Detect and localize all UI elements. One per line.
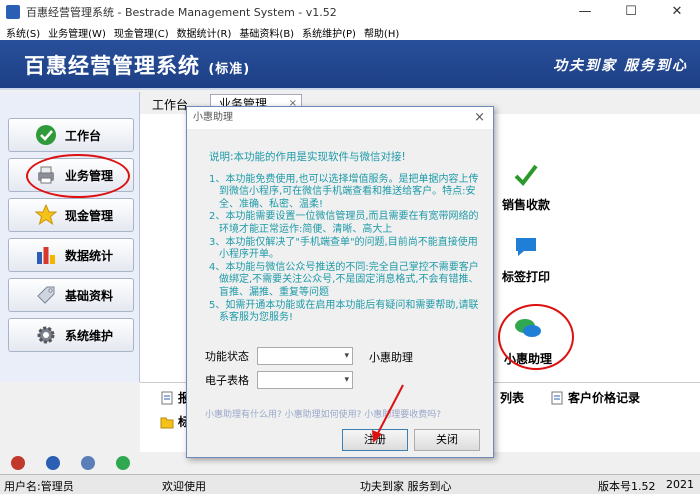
menu-stats[interactable]: 数据统计(R) [177,25,232,40]
status-version: 版本号1.52 [598,480,656,493]
sidebar-item-workbench[interactable]: 工作台 [8,118,134,152]
lower-item-customer-price-label: 客户价格记录 [568,391,641,405]
menu-maintenance[interactable]: 系统维护(P) [302,25,356,40]
banner-edition: (标准) [208,62,251,77]
status-welcome: 欢迎使用 [162,480,206,493]
minimize-button[interactable]: — [562,0,608,24]
exit-icon[interactable] [10,456,25,470]
clock-icon[interactable] [45,456,60,470]
app-icon [6,5,20,19]
document-icon [160,391,174,405]
sidebar-item-label: 基础资料 [65,288,114,303]
sidebar-item-maintenance[interactable]: 系统维护 [8,318,134,352]
gear-icon [35,324,57,346]
label-print-label: 标签打印 [502,270,551,284]
bar-chart-icon [35,244,57,266]
sidebar: 工作台 业务管理 现金管理 数据统计 基础资料 系统维护 [0,92,140,382]
window-controls: — ☐ ✕ [562,0,700,24]
tag-icon [35,284,57,306]
folder-icon [160,415,174,429]
sidebar-item-label: 系统维护 [65,328,114,343]
highlight-ring-xiaohui [498,304,574,370]
menu-system[interactable]: 系统(S) [6,25,40,40]
red-arrow-annotation [372,384,404,443]
status-motto: 功夫到家 服务到心 [360,480,452,493]
xiaohui-dialog: 小惠助理 × 说明:本功能的作用是实现软件与微信对接! 1、本功能免费使用,也可… [186,106,494,458]
quick-toolbar [0,452,140,474]
status-date: 2021 [666,478,694,491]
check-icon [35,124,57,146]
menu-cash[interactable]: 现金管理(C) [114,25,169,40]
search-icon[interactable] [80,456,95,470]
status-bar: 用户名:管理员 欢迎使用 功夫到家 服务到心 版本号1.52 2021 [0,474,700,494]
app-banner: 百惠经营管理系统 (标准) 功夫到家 服务到心 [0,40,700,90]
sales-receipt-label: 销售收款 [502,198,551,212]
sidebar-item-label: 工作台 [65,128,102,143]
maximize-button[interactable]: ☐ [608,0,654,24]
sidebar-item-basic-data[interactable]: 基础资料 [8,278,134,312]
lower-item-list[interactable]: 列表 [500,389,524,406]
checkmark-icon [511,160,541,190]
sidebar-item-label: 数据统计 [65,248,114,263]
banner-slogan: 功夫到家 服务到心 [553,58,688,74]
chat-icon [511,232,541,262]
star-icon [35,204,57,226]
status-user: 用户名:管理员 [4,480,74,493]
sidebar-item-stats[interactable]: 数据统计 [8,238,134,272]
lower-item-customer-price[interactable]: 客户价格记录 [550,389,640,406]
highlight-ring-business [26,154,130,198]
banner-title-text: 百惠经营管理系统 [24,54,200,78]
sidebar-item-cash[interactable]: 现金管理 [8,198,134,232]
menu-help[interactable]: 帮助(H) [364,25,399,40]
sidebar-item-label: 现金管理 [65,208,114,223]
close-window-button[interactable]: ✕ [654,0,700,24]
window-title: 百惠经营管理系统 - Bestrade Management System - … [26,6,337,19]
tab-workbench[interactable]: 工作台 [152,96,188,113]
sales-receipt-function[interactable]: 销售收款 [502,160,550,213]
menu-business[interactable]: 业务管理(W) [48,25,106,40]
sidebar-empty-area [0,382,140,452]
label-print-function[interactable]: 标签打印 [502,232,550,285]
banner-title: 百惠经营管理系统 (标准) [24,50,250,80]
document-icon [550,391,564,405]
title-bar: 百惠经营管理系统 - Bestrade Management System - … [0,0,700,24]
menu-basic-data[interactable]: 基础资料(B) [239,25,294,40]
lower-item-list-label: 列表 [500,391,525,405]
refresh-icon[interactable] [115,456,130,470]
menu-bar: 系统(S) 业务管理(W) 现金管理(C) 数据统计(R) 基础资料(B) 系统… [0,24,700,40]
